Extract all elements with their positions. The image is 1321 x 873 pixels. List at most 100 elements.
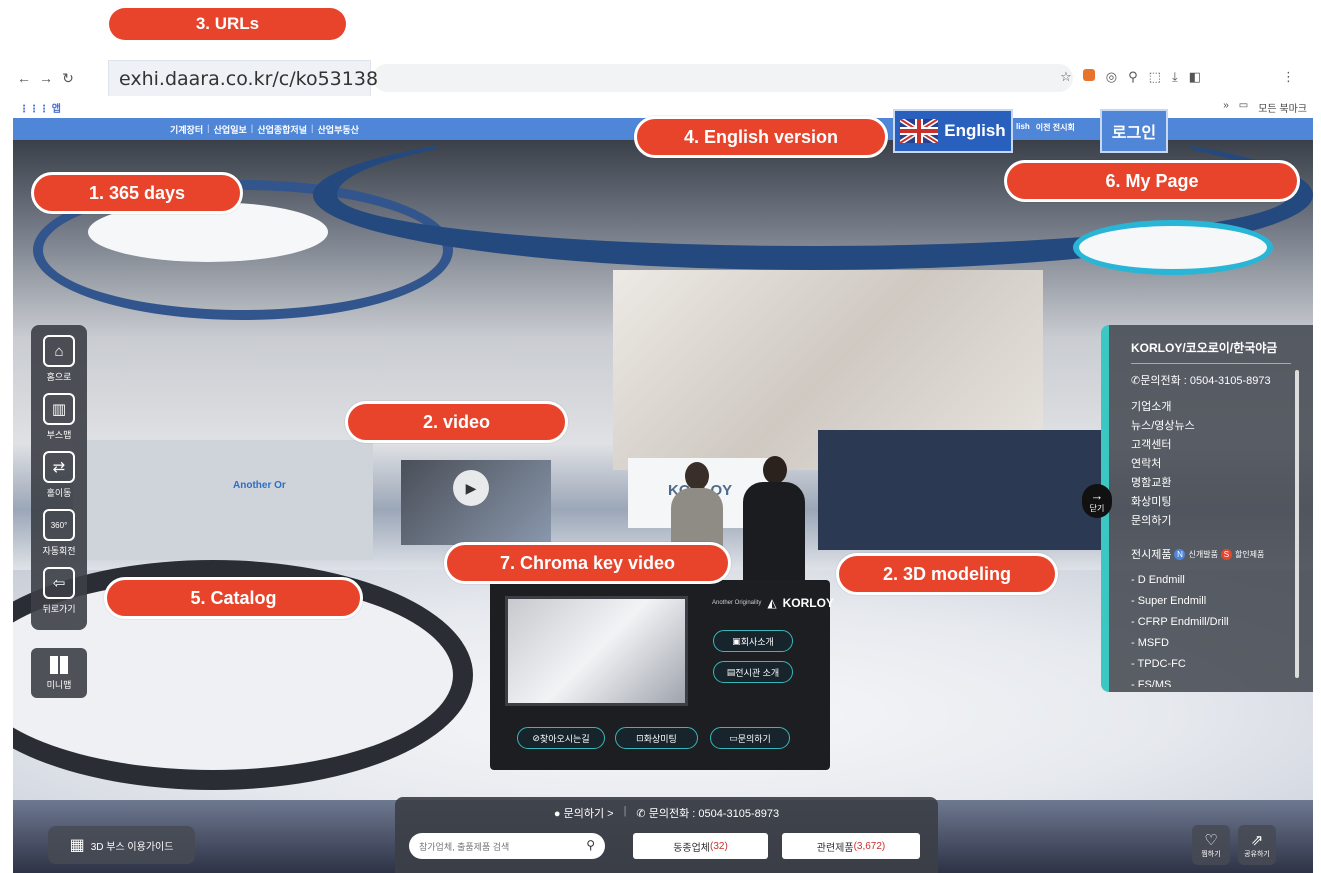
exhibition-screenshot: 3. URLs ← → ↻ exhi.daara.co.kr/c/ko53138… — [0, 0, 1321, 873]
chat-bubble-icon: ● — [553, 808, 564, 820]
search-icon[interactable]: ⚲ — [586, 838, 595, 852]
apps-bookmark[interactable]: ⋮⋮⋮ 앱 — [19, 100, 61, 115]
english-version-button[interactable]: English — [893, 109, 1013, 153]
same-industry-label: 동종업체 — [673, 842, 710, 854]
related-products-button[interactable]: 관련제품 (3,672) — [782, 833, 920, 859]
forward-arrow-icon[interactable]: → — [35, 70, 57, 86]
product-item[interactable]: - TPDC-FC — [1131, 658, 1313, 670]
booth-sign: Another Or — [233, 480, 286, 491]
product-list: - D Endmill - Super Endmill - CFRP Endmi… — [1131, 574, 1313, 687]
menu-item-inquiry[interactable]: 문의하기 — [1131, 512, 1313, 528]
nav-link[interactable]: 산업부동산 — [318, 123, 359, 136]
presenter-woman-head — [685, 462, 709, 490]
address-bar[interactable] — [373, 64, 1073, 92]
new-label: 신개발품 — [1188, 549, 1218, 559]
product-item[interactable]: - D Endmill — [1131, 574, 1313, 586]
menu-item-company[interactable]: 기업소개 — [1131, 398, 1313, 414]
phone-info: ✆ 문의전화 : 0504-3105-8973 — [636, 805, 779, 821]
extension-icon[interactable] — [1082, 69, 1095, 81]
annotation-urls: 3. URLs — [109, 8, 346, 40]
product-item[interactable]: - MSFD — [1131, 637, 1313, 649]
chevron-right-icon: » — [1223, 100, 1229, 111]
company-intro-label: 회사소개 — [740, 636, 774, 647]
nav-link[interactable]: 기계장터 — [170, 123, 203, 136]
directions-button[interactable]: ⊘ 찾아오시는길 — [517, 727, 605, 749]
panel-scrollbar[interactable] — [1295, 370, 1299, 678]
all-bookmarks-label: 모든 북마크 — [1258, 104, 1307, 115]
menu-icon[interactable]: ⋮ — [1282, 69, 1295, 85]
guide-icon: ▦ — [69, 837, 85, 854]
products-header: 전시제품 N 신개발품 S 할인제품 — [1131, 546, 1313, 562]
product-item[interactable]: - Super Endmill — [1131, 595, 1313, 607]
menu-item-card-exchange[interactable]: 명함교환 — [1131, 474, 1313, 490]
menu-item-contact[interactable]: 연락처 — [1131, 455, 1313, 471]
zoom-icon[interactable]: ⚲ — [1128, 69, 1138, 85]
inquiry-link[interactable]: ● 문의하기 > — [554, 805, 614, 821]
kiosk-video-screen[interactable] — [505, 596, 688, 706]
home-button[interactable]: ⌂ 홈으로 — [31, 335, 87, 383]
search-input[interactable]: 참가업체, 출품제품 검색 ⚲ — [409, 833, 605, 859]
phone-icon: ✆ — [1131, 375, 1141, 387]
arrow-right-icon: → — [1090, 488, 1104, 503]
booth-map-button[interactable]: ▥ 부스맵 — [31, 393, 87, 441]
like-label: 찜하기 — [1201, 851, 1221, 858]
compass-icon: ⊘ — [532, 732, 540, 743]
nav-link[interactable]: 산업일보 — [214, 123, 247, 136]
building-icon: ▣ — [732, 635, 741, 646]
hall-intro-button[interactable]: ▤ 전시관 소개 — [713, 661, 793, 683]
korloy-logo-icon: ◭ — [767, 596, 777, 610]
map-icon: ▥ — [43, 393, 75, 425]
apps-label: 앱 — [51, 104, 61, 115]
hall-move-button[interactable]: ⇄ 홀이동 — [31, 451, 87, 499]
inquiry-button[interactable]: ▭ 문의하기 — [710, 727, 790, 749]
sidebar-icon[interactable]: ◧ — [1189, 69, 1201, 85]
folder-icon: ▭ — [1238, 100, 1249, 111]
back-label: 뒤로가기 — [42, 604, 76, 614]
booth-map-label: 부스맵 — [46, 430, 72, 440]
products-title: 전시제품 — [1131, 549, 1172, 561]
nav-link[interactable]: 이전 전시회 — [1036, 122, 1075, 133]
back-button[interactable]: ⇦ 뒤로가기 — [31, 567, 87, 615]
share-button[interactable]: ⇗ 공유하기 — [1238, 825, 1276, 865]
related-count: (3,672) — [853, 840, 886, 852]
close-label: 닫기 — [1089, 504, 1105, 513]
close-panel-button[interactable]: → 닫기 — [1082, 484, 1112, 518]
inquiry-label: 문의하기 — [737, 733, 771, 744]
nav-right-links: lish 이전 전시회 — [1016, 122, 1075, 133]
video-meeting-button[interactable]: ⊡ 화상미팅 — [615, 727, 698, 749]
annotation-365-days: 1. 365 days — [31, 172, 243, 214]
company-info-panel: KORLOY/코오로이/한국야금 ✆문의전화 : 0504-3105-8973 … — [1101, 325, 1313, 692]
camera-icon[interactable]: ◎ — [1106, 69, 1117, 85]
download-icon[interactable]: ⤓ — [1172, 69, 1178, 85]
product-item[interactable]: - CFRP Endmill/Drill — [1131, 616, 1313, 628]
nav-link[interactable]: lish — [1016, 122, 1030, 133]
back-arrow-icon[interactable]: ← — [13, 70, 35, 86]
puzzle-icon[interactable]: ⬚ — [1149, 69, 1161, 85]
auto-rotate-button[interactable]: 360° 자동회전 — [31, 509, 87, 557]
like-button[interactable]: ♡ 찜하기 — [1192, 825, 1230, 865]
presenter-man — [743, 482, 805, 592]
booth-guide-button[interactable]: ▦ 3D 부스 이용가이드 — [48, 826, 195, 864]
menu-item-news[interactable]: 뉴스/영상뉴스 — [1131, 417, 1313, 433]
minimap-button[interactable]: 미니맵 — [31, 648, 87, 698]
play-icon[interactable]: ▶ — [453, 470, 489, 506]
partner-links: 기계장터 | 산업일보 | 산업종합저널 | 산업부동산 — [170, 123, 359, 136]
company-intro-button[interactable]: ▣ 회사소개 — [713, 630, 793, 652]
menu-item-support[interactable]: 고객센터 — [1131, 436, 1313, 452]
auto-rotate-label: 자동회전 — [42, 546, 76, 556]
all-bookmarks[interactable]: » ▭ 모든 북마크 — [1223, 100, 1307, 115]
exit-icon: ⇦ — [43, 567, 75, 599]
star-icon[interactable]: ☆ — [1060, 69, 1072, 85]
video-meeting-label: 화상미팅 — [643, 733, 677, 744]
menu-item-video-meeting[interactable]: 화상미팅 — [1131, 493, 1313, 509]
product-item[interactable]: - FS/MS — [1131, 679, 1313, 687]
ceiling-light — [1073, 220, 1273, 275]
login-button[interactable]: 로그인 — [1100, 109, 1168, 153]
nav-link[interactable]: 산업종합저널 — [257, 123, 307, 136]
presenter-man-head — [763, 456, 787, 484]
sale-badge-icon: S — [1220, 548, 1232, 560]
home-label: 홈으로 — [46, 372, 72, 382]
url-field[interactable]: exhi.daara.co.kr/c/ko53138 — [108, 60, 378, 98]
reload-icon[interactable]: ↻ — [57, 70, 79, 87]
same-industry-button[interactable]: 동종업체 (32) — [633, 833, 768, 859]
